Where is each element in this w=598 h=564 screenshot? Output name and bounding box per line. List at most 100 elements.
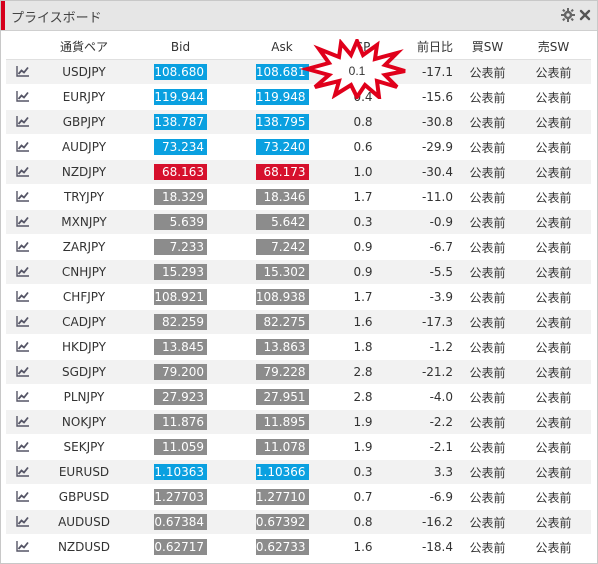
chart-line-icon[interactable] xyxy=(6,359,39,385)
bid-cell[interactable]: 1.27703 xyxy=(129,484,232,510)
ask-price[interactable]: 68.173 xyxy=(255,164,309,180)
bid-price[interactable]: 79.200 xyxy=(154,364,207,380)
bid-price[interactable]: 11.059 xyxy=(154,439,207,455)
ask-price[interactable]: 119.948 xyxy=(255,89,309,105)
ask-price[interactable]: 1.27710 xyxy=(255,489,309,505)
ask-cell[interactable]: 7.242 xyxy=(232,234,332,260)
header-buy-swap[interactable]: 買SW xyxy=(459,34,516,60)
header-ask[interactable]: Ask xyxy=(232,34,332,60)
chart-line-icon[interactable] xyxy=(6,234,39,260)
bid-cell[interactable]: 73.234 xyxy=(129,134,232,160)
ask-price[interactable]: 1.10366 xyxy=(255,464,309,480)
bid-price[interactable]: 15.293 xyxy=(154,264,207,280)
bid-cell[interactable]: 11.059 xyxy=(129,434,232,460)
ask-cell[interactable]: 108.681 xyxy=(232,59,332,85)
bid-price[interactable]: 5.639 xyxy=(154,214,207,230)
ask-price[interactable]: 7.242 xyxy=(255,239,309,255)
header-change[interactable]: 前日比 xyxy=(394,34,459,60)
chart-line-icon[interactable] xyxy=(6,184,39,210)
chart-line-icon[interactable] xyxy=(6,84,39,110)
bid-price[interactable]: 82.259 xyxy=(154,314,207,330)
table-row[interactable]: CNHJPY 15.293 15.302 0.9 -5.5 公表前 公表前 xyxy=(6,259,591,285)
table-row[interactable]: TRYJPY 18.329 18.346 1.7 -11.0 公表前 公表前 xyxy=(6,184,591,210)
ask-cell[interactable]: 68.173 xyxy=(232,159,332,185)
chart-line-icon[interactable] xyxy=(6,309,39,335)
chart-line-icon[interactable] xyxy=(6,509,39,535)
gear-icon[interactable] xyxy=(561,8,575,22)
ask-cell[interactable]: 0.62733 xyxy=(232,534,332,559)
chart-line-icon[interactable] xyxy=(6,259,39,285)
ask-price[interactable]: 11.895 xyxy=(255,414,309,430)
ask-price[interactable]: 13.863 xyxy=(255,339,309,355)
bid-cell[interactable]: 18.329 xyxy=(129,184,232,210)
bid-price[interactable]: 0.67384 xyxy=(154,514,207,530)
ask-price[interactable]: 27.951 xyxy=(255,389,309,405)
ask-cell[interactable]: 138.795 xyxy=(232,109,332,135)
bid-cell[interactable]: 13.845 xyxy=(129,334,232,360)
ask-cell[interactable]: 119.948 xyxy=(232,84,332,110)
bid-price[interactable]: 7.233 xyxy=(154,239,207,255)
bid-cell[interactable]: 0.67384 xyxy=(129,509,232,535)
bid-price[interactable]: 119.944 xyxy=(154,89,207,105)
table-row[interactable]: USDJPY 108.680 108.681 0.1 -17.1 公表前 公表前 xyxy=(6,59,591,85)
chart-line-icon[interactable] xyxy=(6,284,39,310)
ask-cell[interactable]: 73.240 xyxy=(232,134,332,160)
ask-cell[interactable]: 11.895 xyxy=(232,409,332,435)
bid-cell[interactable]: 7.233 xyxy=(129,234,232,260)
table-row[interactable]: SEKJPY 11.059 11.078 1.9 -2.1 公表前 公表前 xyxy=(6,434,591,460)
ask-cell[interactable]: 11.078 xyxy=(232,434,332,460)
bid-cell[interactable]: 108.680 xyxy=(129,59,232,85)
ask-price[interactable]: 108.938 xyxy=(255,289,309,305)
ask-cell[interactable]: 82.275 xyxy=(232,309,332,335)
ask-price[interactable]: 11.078 xyxy=(255,439,309,455)
chart-line-icon[interactable] xyxy=(6,209,39,235)
chart-line-icon[interactable] xyxy=(6,134,39,160)
chart-line-icon[interactable] xyxy=(6,384,39,410)
close-icon[interactable] xyxy=(579,9,591,21)
bid-cell[interactable]: 0.62717 xyxy=(129,534,232,559)
bid-cell[interactable]: 79.200 xyxy=(129,359,232,385)
ask-price[interactable]: 138.795 xyxy=(255,114,309,130)
chart-line-icon[interactable] xyxy=(6,159,39,185)
bid-price[interactable]: 108.680 xyxy=(154,64,207,80)
table-row[interactable]: HKDJPY 13.845 13.863 1.8 -1.2 公表前 公表前 xyxy=(6,334,591,360)
bid-price[interactable]: 1.27703 xyxy=(154,489,207,505)
chart-line-icon[interactable] xyxy=(6,59,39,85)
table-row[interactable]: GBPJPY 138.787 138.795 0.8 -30.8 公表前 公表前 xyxy=(6,109,591,135)
ask-cell[interactable]: 18.346 xyxy=(232,184,332,210)
ask-cell[interactable]: 15.302 xyxy=(232,259,332,285)
ask-price[interactable]: 82.275 xyxy=(255,314,309,330)
table-row[interactable]: AUDJPY 73.234 73.240 0.6 -29.9 公表前 公表前 xyxy=(6,134,591,160)
ask-cell[interactable]: 1.10366 xyxy=(232,459,332,485)
header-pair[interactable]: 通貨ペア xyxy=(39,34,129,60)
chart-line-icon[interactable] xyxy=(6,459,39,485)
ask-price[interactable]: 15.302 xyxy=(255,264,309,280)
chart-line-icon[interactable] xyxy=(6,434,39,460)
ask-price[interactable]: 18.346 xyxy=(255,189,309,205)
ask-cell[interactable]: 5.642 xyxy=(232,209,332,235)
bid-price[interactable]: 108.921 xyxy=(154,289,207,305)
header-bid[interactable]: Bid xyxy=(129,34,232,60)
table-row[interactable]: CHFJPY 108.921 108.938 1.7 -3.9 公表前 公表前 xyxy=(6,284,591,310)
ask-cell[interactable]: 79.228 xyxy=(232,359,332,385)
table-row[interactable]: PLNJPY 27.923 27.951 2.8 -4.0 公表前 公表前 xyxy=(6,384,591,410)
table-row[interactable]: MXNJPY 5.639 5.642 0.3 -0.9 公表前 公表前 xyxy=(6,209,591,235)
table-row[interactable]: ZARJPY 7.233 7.242 0.9 -6.7 公表前 公表前 xyxy=(6,234,591,260)
ask-price[interactable]: 79.228 xyxy=(255,364,309,380)
bid-cell[interactable]: 119.944 xyxy=(129,84,232,110)
bid-cell[interactable]: 82.259 xyxy=(129,309,232,335)
bid-cell[interactable]: 138.787 xyxy=(129,109,232,135)
table-row[interactable]: NOKJPY 11.876 11.895 1.9 -2.2 公表前 公表前 xyxy=(6,409,591,435)
bid-price[interactable]: 68.163 xyxy=(154,164,207,180)
bid-cell[interactable]: 15.293 xyxy=(129,259,232,285)
table-row[interactable]: EURUSD 1.10363 1.10366 0.3 3.3 公表前 公表前 xyxy=(6,459,591,485)
table-row[interactable]: CADJPY 82.259 82.275 1.6 -17.3 公表前 公表前 xyxy=(6,309,591,335)
bid-price[interactable]: 11.876 xyxy=(154,414,207,430)
table-row[interactable]: AUDUSD 0.67384 0.67392 0.8 -16.2 公表前 公表前 xyxy=(6,509,591,535)
bid-price[interactable]: 138.787 xyxy=(154,114,207,130)
ask-cell[interactable]: 0.67392 xyxy=(232,509,332,535)
ask-price[interactable]: 73.240 xyxy=(255,139,309,155)
bid-cell[interactable]: 5.639 xyxy=(129,209,232,235)
table-row[interactable]: SGDJPY 79.200 79.228 2.8 -21.2 公表前 公表前 xyxy=(6,359,591,385)
bid-cell[interactable]: 68.163 xyxy=(129,159,232,185)
